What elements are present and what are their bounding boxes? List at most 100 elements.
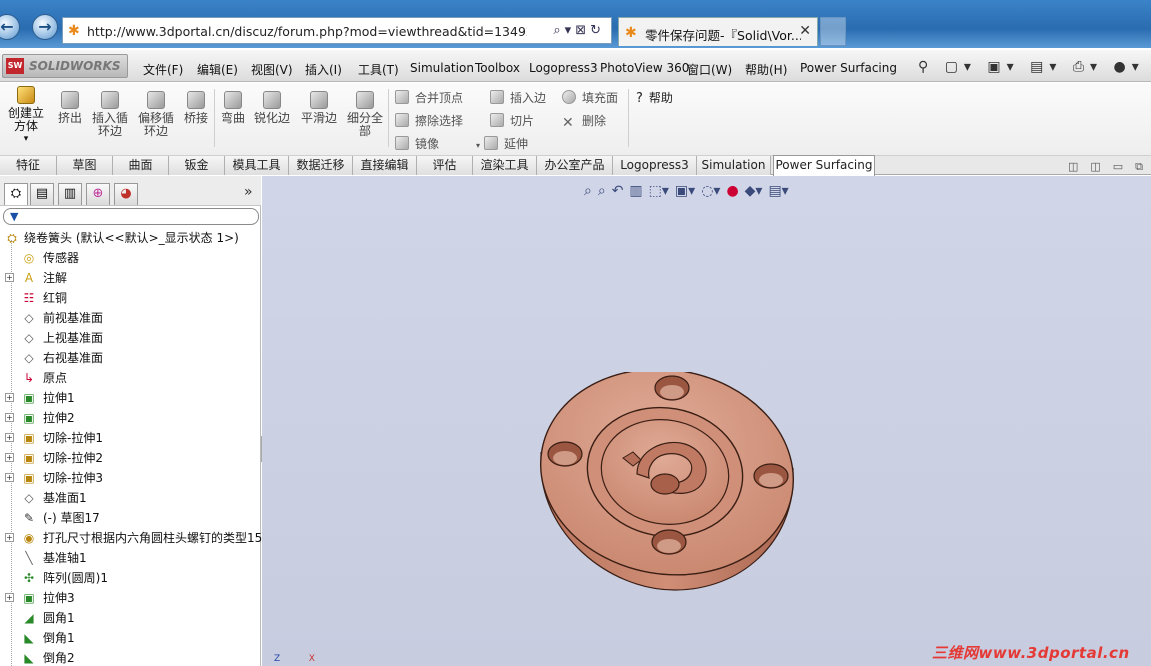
create-cube-label: 创建立方体 xyxy=(7,106,44,133)
bend-button[interactable]: 弯曲 xyxy=(218,91,248,125)
subdivide-all-button[interactable]: 细分全部 xyxy=(345,91,385,138)
tree-item[interactable]: ◇ 前视基准面 xyxy=(0,308,261,328)
extrude-button[interactable]: 挤出 xyxy=(55,91,85,125)
browser-tab[interactable]: ✱ 零件保存问题-『Solid\Vor... ✕ xyxy=(618,17,818,46)
configuration-manager-tab-icon[interactable]: ▥ xyxy=(58,183,82,205)
menu-help[interactable]: 帮助(H) xyxy=(745,61,787,78)
tab-surfaces[interactable]: 曲面 xyxy=(113,156,169,175)
part-model[interactable] xyxy=(537,372,797,602)
address-bar[interactable]: ✱ http://www.3dportal.cn/discuz/forum.ph… xyxy=(62,17,612,44)
tree-item-label: 拉伸2 xyxy=(43,411,75,425)
tab-sketch[interactable]: 草图 xyxy=(57,156,113,175)
tree-item[interactable]: ◢ 圆角1 xyxy=(0,608,261,628)
menu-tools[interactable]: 工具(T) xyxy=(358,61,399,78)
tree-item[interactable]: + A 注解 xyxy=(0,268,261,288)
sharpen-edge-button[interactable]: 锐化边 xyxy=(252,91,292,125)
fill-face-button[interactable]: 填充面 xyxy=(562,89,618,106)
expand-icon[interactable]: + xyxy=(5,453,14,462)
ribbon-separator xyxy=(214,89,215,147)
mirror-button[interactable]: 镜像 xyxy=(395,135,439,152)
expand-icon[interactable]: + xyxy=(5,273,14,282)
extend-button[interactable]: ▾ 延伸 xyxy=(476,135,528,152)
tab-office-products[interactable]: 办公室产品 xyxy=(537,156,613,175)
erase-selection-button[interactable]: 擦除选择 xyxy=(395,112,463,129)
menu-simulation[interactable]: Simulation xyxy=(410,61,474,75)
menu-edit[interactable]: 编辑(E) xyxy=(197,61,238,78)
tab-evaluate[interactable]: 评估 xyxy=(417,156,473,175)
tab-power-surfacing[interactable]: Power Surfacing xyxy=(773,155,875,176)
expand-icon[interactable]: + xyxy=(5,413,14,422)
new-tab-button[interactable] xyxy=(820,17,846,46)
view-orientation-icon: ⬚▾ xyxy=(648,183,669,199)
tree-item[interactable]: ◇ 上视基准面 xyxy=(0,328,261,348)
menu-photoview[interactable]: PhotoView 360 xyxy=(600,61,689,75)
tree-item[interactable]: + ▣ 拉伸3 xyxy=(0,588,261,608)
cut-extrude-icon: ▣ xyxy=(23,431,35,445)
expand-icon[interactable]: + xyxy=(5,473,14,482)
expand-panel-icon[interactable]: » xyxy=(244,184,253,200)
merge-vertices-button[interactable]: 合并顶点 xyxy=(395,89,463,106)
menu-insert[interactable]: 插入(I) xyxy=(305,61,342,78)
feature-filter-input[interactable]: ▼ xyxy=(3,208,259,225)
back-button[interactable]: ← xyxy=(0,14,20,40)
tab-direct-editing[interactable]: 直接编辑 xyxy=(353,156,417,175)
expand-icon[interactable]: + xyxy=(5,533,14,542)
heads-up-view-toolbar[interactable]: ⌕ ⌕ ↶ ▥ ⬚▾ ▣▾ ◌▾ ● ◆▾ ▤▾ xyxy=(584,183,795,199)
dimxpert-tab-icon[interactable]: ⊕ xyxy=(86,183,110,205)
menu-view[interactable]: 视图(V) xyxy=(251,61,293,78)
graphics-viewport[interactable]: ⌕ ⌕ ↶ ▥ ⬚▾ ▣▾ ◌▾ ● ◆▾ ▤▾ Z X 三维网www.3dpo… xyxy=(262,176,1151,666)
tab-close-icon[interactable]: ✕ xyxy=(799,23,811,39)
tree-item[interactable]: + ▣ 切除-拉伸1 xyxy=(0,428,261,448)
forward-button[interactable]: → xyxy=(32,14,58,40)
tab-sheet-metal[interactable]: 钣金 xyxy=(169,156,225,175)
tree-item[interactable]: ✎ (-) 草图17 xyxy=(0,508,261,528)
tree-item[interactable]: + ▣ 切除-拉伸3 xyxy=(0,468,261,488)
slice-button[interactable]: 切片 xyxy=(490,112,534,129)
feature-tree-tab-icon[interactable]: ⛭ xyxy=(4,183,28,205)
insert-loop-edge-button[interactable]: 插入循环边 xyxy=(89,91,131,138)
tab-simulation[interactable]: Simulation xyxy=(697,156,771,175)
tree-item[interactable]: ◇ 基准面1 xyxy=(0,488,261,508)
offset-loop-edge-button[interactable]: 偏移循环边 xyxy=(135,91,177,138)
tree-item[interactable]: ◇ 右视基准面 xyxy=(0,348,261,368)
window-pane-controls-icon[interactable]: ◫◫▭⧉ xyxy=(1068,160,1151,174)
display-manager-tab-icon[interactable]: ◕ xyxy=(114,183,138,205)
menu-window[interactable]: 窗口(W) xyxy=(687,61,732,78)
tab-render-tools[interactable]: 渲染工具 xyxy=(473,156,537,175)
address-url[interactable]: http://www.3dportal.cn/discuz/forum.php?… xyxy=(87,24,527,39)
tree-item[interactable]: ☷ 红铜 xyxy=(0,288,261,308)
expand-icon[interactable]: + xyxy=(5,593,14,602)
expand-icon[interactable]: + xyxy=(5,433,14,442)
insert-edge-button[interactable]: 插入边 xyxy=(490,89,546,106)
menu-power-surfacing[interactable]: Power Surfacing xyxy=(800,61,897,75)
menu-file[interactable]: 文件(F) xyxy=(143,61,183,78)
ribbon-help-button[interactable]: ? 帮助 xyxy=(636,89,673,106)
create-cube-button[interactable]: 创建立方体 ▾ xyxy=(6,86,46,146)
smooth-edge-button[interactable]: 平滑边 xyxy=(299,91,339,125)
tree-item[interactable]: ╲ 基准轴1 xyxy=(0,548,261,568)
menu-toolbox[interactable]: Toolbox xyxy=(475,61,520,75)
plane-icon: ◇ xyxy=(24,331,34,345)
solidworks-logo[interactable]: SW SOLIDWORKS xyxy=(2,54,128,78)
tab-features[interactable]: 特征 xyxy=(0,156,57,175)
standard-toolbar-icons[interactable]: ⚲ ▢▾ ▣▾ ▤▾ ⎙▾ ●▾ ?▾ ▾ — ▢ xyxy=(918,59,1151,75)
tab-data-migration[interactable]: 数据迁移 xyxy=(289,156,353,175)
expand-icon[interactable]: + xyxy=(5,393,14,402)
delete-button[interactable]: ✕ 删除 xyxy=(562,112,606,131)
bridge-button[interactable]: 桥接 xyxy=(182,91,210,125)
property-manager-tab-icon[interactable]: ▤ xyxy=(30,183,54,205)
tree-root-part[interactable]: ⛭ 绕卷簧头 (默认<<默认>_显示状态 1>) xyxy=(0,228,261,248)
tab-logopress3[interactable]: Logopress3 xyxy=(613,156,697,175)
tree-item[interactable]: + ▣ 切除-拉伸2 xyxy=(0,448,261,468)
tree-item[interactable]: ↳ 原点 xyxy=(0,368,261,388)
menu-logopress3[interactable]: Logopress3 xyxy=(529,61,598,75)
tree-item[interactable]: ◎ 传感器 xyxy=(0,248,261,268)
tree-item[interactable]: + ▣ 拉伸2 xyxy=(0,408,261,428)
tab-mold-tools[interactable]: 模具工具 xyxy=(225,156,289,175)
tree-item[interactable]: ◣ 倒角2 xyxy=(0,648,261,666)
address-tools-icon[interactable]: ⌕▾⊠↻ xyxy=(553,23,605,38)
tree-item[interactable]: ✣ 阵列(圆周)1 xyxy=(0,568,261,588)
tree-item[interactable]: + ▣ 拉伸1 xyxy=(0,388,261,408)
tree-item[interactable]: + ◉ 打孔尺寸根据内六角圆柱头螺钉的类型15 xyxy=(0,528,262,548)
tree-item[interactable]: ◣ 倒角1 xyxy=(0,628,261,648)
